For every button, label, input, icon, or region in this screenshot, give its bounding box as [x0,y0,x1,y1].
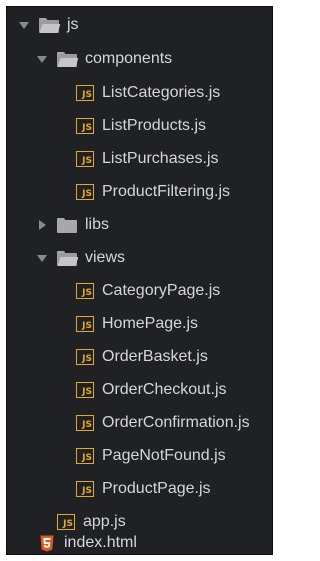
tree-item-label: OrderBasket.js [102,348,208,365]
tree-file-orderconfirmation[interactable]: JS OrderConfirmation.js [7,407,272,439]
js-file-icon: JS [76,382,94,398]
tree-item-label: js [67,16,79,33]
js-file-icon: JS [76,316,94,332]
tree-folder-views[interactable]: views [7,242,272,274]
html5-file-icon [40,535,54,551]
js-file-icon: JS [76,415,94,431]
tree-file-listproducts[interactable]: JS ListProducts.js [7,110,272,142]
js-file-icon: JS [76,118,94,134]
tree-item-label: ProductFiltering.js [102,183,231,200]
expand-arrow-icon[interactable] [37,54,47,64]
tree-file-index[interactable]: index.html [7,527,272,559]
folder-open-icon [57,250,79,266]
tree-item-label: ListPurchases.js [102,150,219,167]
js-file-icon: JS [76,481,94,497]
expand-arrow-icon[interactable] [37,253,47,263]
tree-item-label: ProductPage.js [102,480,211,497]
tree-folder-components[interactable]: components [7,43,272,75]
tree-item-label: index.html [64,534,137,551]
folder-open-icon [39,17,61,33]
folder-icon [57,217,77,233]
tree-file-pagenotfound[interactable]: JS PageNotFound.js [7,440,272,472]
js-file-icon: JS [76,151,94,167]
tree-item-label: libs [85,216,110,233]
tree-item-label: ListProducts.js [102,117,207,134]
tree-item-label: HomePage.js [102,315,199,332]
expand-arrow-icon[interactable] [19,20,29,30]
js-file-icon: JS [76,283,94,299]
tree-item-label: OrderConfirmation.js [102,414,250,431]
js-file-icon: JS [76,349,94,365]
tree-file-listcategories[interactable]: JS ListCategories.js [7,77,272,109]
tree-file-listpurchases[interactable]: JS ListPurchases.js [7,143,272,175]
tree-item-label: ListCategories.js [102,84,221,101]
js-file-icon: JS [76,184,94,200]
tree-item-label: CategoryPage.js [102,282,221,299]
js-file-icon: JS [76,85,94,101]
tree-file-ordercheckout[interactable]: JS OrderCheckout.js [7,374,272,406]
tree-file-homepage[interactable]: JS HomePage.js [7,308,272,340]
folder-open-icon [57,51,79,67]
collapse-arrow-icon[interactable] [37,220,47,230]
tree-item-label: views [85,249,126,266]
tree-item-label: PageNotFound.js [102,447,226,464]
tree-item-label: components [85,50,173,67]
tree-file-productpage[interactable]: JS ProductPage.js [7,473,272,505]
js-file-icon: JS [76,448,94,464]
tree-file-orderbasket[interactable]: JS OrderBasket.js [7,341,272,373]
tree-folder-js[interactable]: js [7,9,272,41]
tree-file-categorypage[interactable]: JS CategoryPage.js [7,275,272,307]
tree-folder-libs[interactable]: libs [7,209,272,241]
tree-item-label: OrderCheckout.js [102,381,227,398]
tree-file-productfiltering[interactable]: JS ProductFiltering.js [7,176,272,208]
file-explorer-panel: js components JS ListCategories.js JS Li… [6,6,273,555]
